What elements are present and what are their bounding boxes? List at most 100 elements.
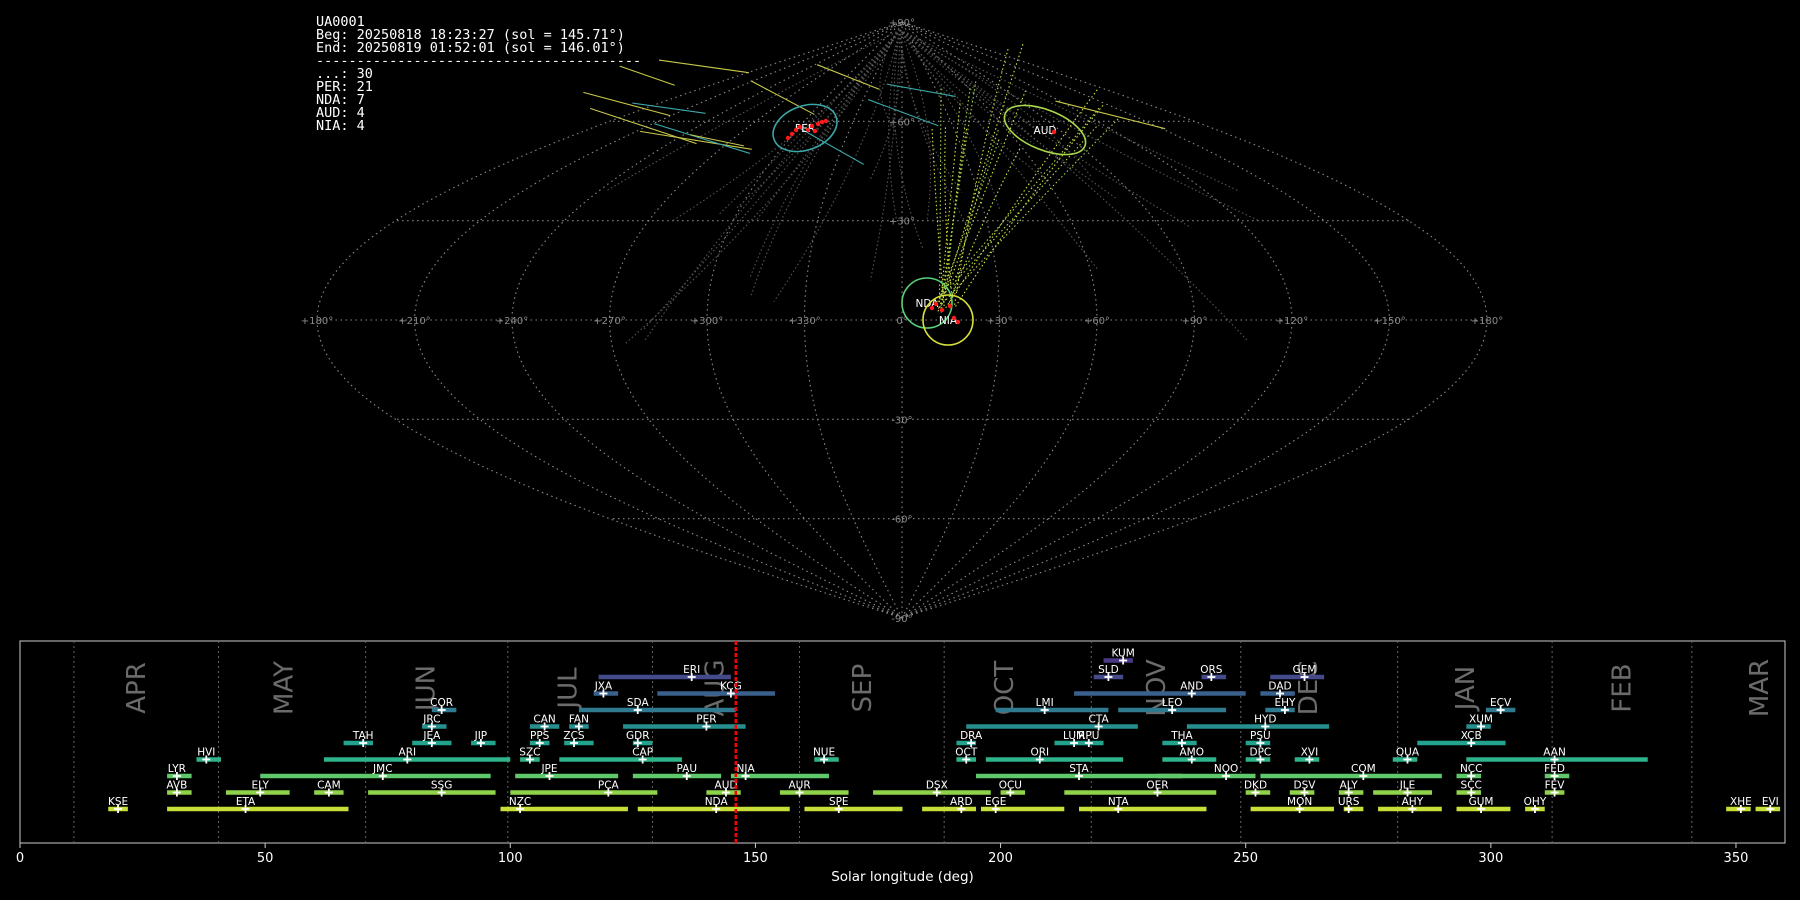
shower-label: TAH <box>352 730 374 742</box>
latitude-label: -30° <box>891 415 912 426</box>
shower-fan: FAN <box>569 714 589 731</box>
x-axis-title: Solar longitude (deg) <box>831 869 974 885</box>
latitude-label: -90° <box>891 614 912 625</box>
shower-label: EHY <box>1274 697 1296 709</box>
shower-qua: QUA <box>1392 747 1420 764</box>
meteor-trail <box>938 88 942 303</box>
shower-pps: PPS <box>529 730 550 747</box>
shower-label: NIA <box>737 763 756 775</box>
meteor-trail <box>944 88 971 302</box>
shower-label: PPS <box>530 730 550 742</box>
shower-ors: ORS <box>1200 664 1227 681</box>
shower-label: SCC <box>1461 780 1482 792</box>
shower-label: ARI <box>399 747 417 759</box>
shower-label: FED <box>1544 763 1565 775</box>
radiant-point <box>793 127 799 133</box>
shower-label: HYD <box>1254 714 1276 726</box>
x-tick-label: 0 <box>16 851 24 866</box>
x-tick-label: 350 <box>1724 851 1749 866</box>
shower-label: DRA <box>960 730 983 742</box>
shower-label: ORS <box>1200 664 1223 676</box>
shower-label: RPU <box>1078 730 1099 742</box>
shower-dsv: DSV <box>1289 780 1316 797</box>
shower-label: XHE <box>1730 796 1752 808</box>
shower-cor: COR <box>430 697 457 714</box>
shower-label: ECV <box>1490 697 1512 709</box>
radiant-point <box>939 307 945 313</box>
shower-psu: PSU <box>1245 730 1271 747</box>
radiant-sky-map: +90° +60° +30° -30° -60° -90° +180° +150° +120° +… <box>301 18 1503 625</box>
shower-label: SLD <box>1098 664 1119 676</box>
shower-label: COR <box>430 697 453 709</box>
shower-fev: FEV <box>1545 780 1566 797</box>
shower-label: MON <box>1287 796 1312 808</box>
month-label: MAY <box>269 661 299 715</box>
shower-label: PSU <box>1250 730 1271 742</box>
radiant-point <box>947 303 953 309</box>
shower-label: OCU <box>999 780 1022 792</box>
latitude-label: +30° <box>889 217 915 228</box>
month-label: OCT <box>990 661 1020 716</box>
shower-label: KSE <box>108 796 128 808</box>
shower-label: JLE <box>1399 780 1416 792</box>
radiant-per: PER <box>772 103 838 153</box>
shower-label: CAP <box>632 747 653 759</box>
meteor-trail <box>1055 100 1166 130</box>
shower-label: DSX <box>926 780 948 792</box>
shower-xhe: XHE <box>1726 796 1752 813</box>
shower-label: NZC <box>509 796 531 808</box>
shower-dpc: DPC <box>1245 747 1272 764</box>
shower-label: GUM <box>1469 796 1494 808</box>
shower-kse: KSE <box>108 796 128 813</box>
shower-label: ERI <box>683 664 700 676</box>
radiant-point <box>789 131 795 137</box>
month-label: APR <box>122 662 152 714</box>
x-tick-label: 50 <box>257 851 274 866</box>
shower-label: JIP <box>474 730 488 742</box>
shower-label: AAN <box>1543 747 1566 759</box>
meteor-trail <box>619 65 675 86</box>
x-tick-label: 150 <box>743 851 768 866</box>
x-tick-label: 200 <box>988 851 1013 866</box>
shower-label: SDA <box>627 697 650 709</box>
shower-label: ZCS <box>563 730 585 742</box>
shower-label: NUE <box>813 747 835 759</box>
meteor-trail <box>750 80 815 115</box>
meteor-trail <box>899 29 963 193</box>
shower-dkd: DKD <box>1244 780 1271 797</box>
x-tick-label: 250 <box>1233 851 1258 866</box>
meridian-line <box>413 21 903 619</box>
shower-oct: OCT <box>955 747 978 764</box>
shower-label: URS <box>1338 796 1360 808</box>
shower-label: AVB <box>166 780 187 792</box>
meteor-trail <box>671 29 901 222</box>
month-label: FEB <box>1608 663 1638 712</box>
shower-label: ALY <box>1340 780 1359 792</box>
shower-label: LMI <box>1036 697 1054 709</box>
radiant-point <box>797 124 803 130</box>
shower-ncc: NCC <box>1456 763 1482 780</box>
longitude-label: +240° <box>496 316 528 327</box>
meteor-trail <box>953 48 1009 307</box>
shower-label: KUM <box>1111 648 1134 660</box>
longitude-label: +330° <box>788 316 820 327</box>
shower-label: CTA <box>1089 714 1110 726</box>
radiant-point <box>1051 129 1057 135</box>
shower-label: DPC <box>1250 747 1272 759</box>
longitude-label: +300° <box>691 316 723 327</box>
shower-scc: SCC <box>1456 780 1482 797</box>
shower-label: HVI <box>197 747 215 759</box>
shower-label: AND <box>1180 681 1203 693</box>
meteor-trail <box>942 44 1024 299</box>
meteor-trail <box>899 29 1261 222</box>
latitude-label: -60° <box>891 515 912 526</box>
meteor-trail <box>937 118 1119 309</box>
shower-label: FEV <box>1545 780 1566 792</box>
shower-label: STA <box>1069 763 1089 775</box>
radiant-point <box>809 123 815 129</box>
meteor-trail <box>899 29 1038 130</box>
meteor-trail <box>899 29 972 233</box>
radiant-point <box>805 127 811 133</box>
shower-label: OCT <box>955 747 978 759</box>
radiant-points <box>785 118 1057 325</box>
